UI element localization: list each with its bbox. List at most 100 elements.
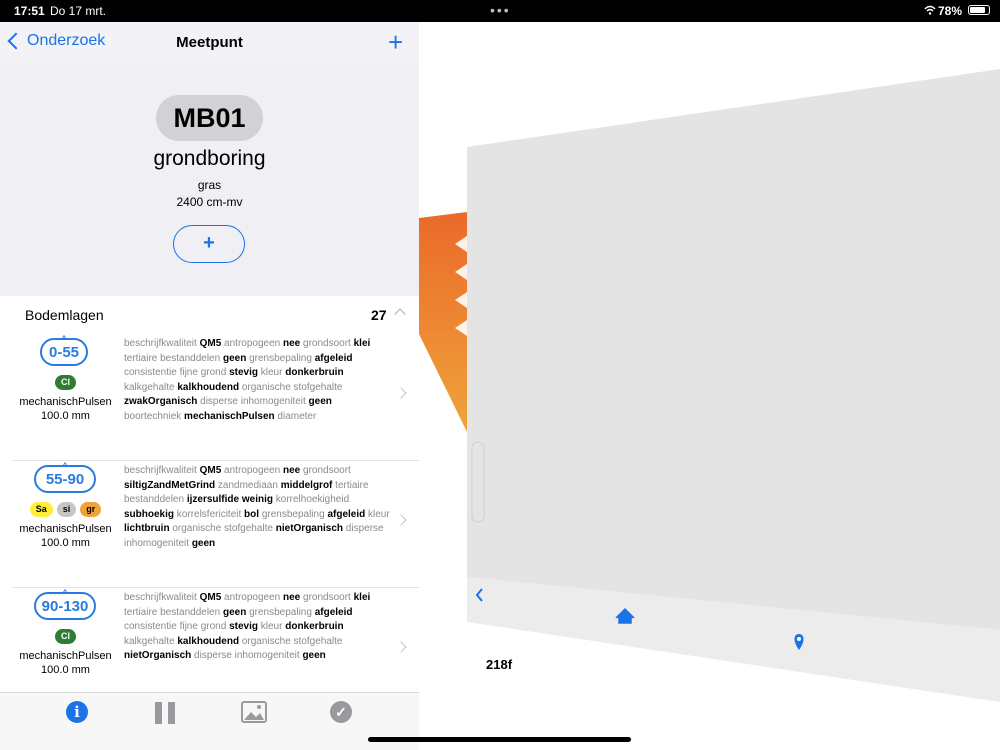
chevron-right-icon[interactable] xyxy=(395,387,407,399)
caret-icon: ^ xyxy=(62,461,68,471)
image-icon[interactable] xyxy=(241,701,267,725)
property-key: grensbepaling xyxy=(249,352,312,364)
caret-icon: ^ xyxy=(61,334,67,344)
layer-count: 27 xyxy=(371,307,387,323)
property-value: klei xyxy=(353,338,371,349)
battery-percentage: 78% xyxy=(938,4,963,18)
soil-tag: si xyxy=(56,502,77,517)
property-key: organische stofgehalte xyxy=(172,523,273,534)
property-key: zandmediaan xyxy=(217,479,278,491)
property-key: kleur xyxy=(368,508,390,520)
property-value: geen xyxy=(191,537,216,549)
3d-view[interactable] xyxy=(419,22,1000,750)
property-value: bol xyxy=(244,508,260,520)
chevron-up-icon[interactable] xyxy=(394,308,406,320)
property-key: beschrijfkwaliteit xyxy=(124,338,197,349)
tab-bar: i ✓ xyxy=(0,692,419,750)
property-value: afgeleid xyxy=(314,606,353,618)
chevron-right-icon[interactable] xyxy=(395,641,407,653)
layer-description: beschrijfkwaliteit QM5 antropogeen nee g… xyxy=(124,464,390,584)
property-key: consistentie fijne grond xyxy=(124,621,227,632)
drilling-diameter: 100.0 mm xyxy=(41,410,90,422)
property-key: kleur xyxy=(260,621,283,632)
3d-canvas[interactable] xyxy=(419,22,1000,750)
property-value: stevig xyxy=(229,621,258,632)
property-key: kleur xyxy=(260,367,283,378)
property-key: tertiaire bestanddelen xyxy=(124,352,221,364)
point-type: grondboring xyxy=(153,147,266,170)
property-key: consistentie fijne grond xyxy=(124,367,227,378)
drilling-method: mechanischPulsen xyxy=(19,396,112,408)
property-value: QM5 xyxy=(199,465,222,476)
property-value: siltigZandMetGrind xyxy=(124,479,216,491)
depth-range-label: 55-90 xyxy=(45,471,85,488)
property-value: afgeleid xyxy=(327,508,366,520)
page-title: Meetpunt xyxy=(176,34,243,51)
battery-icon xyxy=(968,5,990,15)
property-key: tertiaire bestanddelen xyxy=(124,606,221,618)
add-layer-button[interactable]: + xyxy=(173,225,245,263)
property-value: geen xyxy=(302,650,326,661)
property-key: disperse inhomogeniteit xyxy=(194,650,300,661)
point-depth: 2400 cm-mv xyxy=(176,195,243,209)
point-header: MB01 grondboring gras 2400 cm-mv + xyxy=(0,64,419,297)
home-indicator[interactable] xyxy=(368,737,631,742)
property-value: stevig xyxy=(229,367,258,378)
depth-range-label: 0-55 xyxy=(48,344,80,361)
property-value: afgeleid xyxy=(314,352,353,364)
layer-row[interactable]: ^ 55-90 Sa si gr mechanischPulsen 100.0 mm besc… xyxy=(12,461,419,588)
property-key: beschrijfkwaliteit xyxy=(124,465,197,476)
property-key: grensbepaling xyxy=(249,606,312,618)
multitask-dots-icon[interactable]: ••• xyxy=(490,2,511,18)
property-value: klei xyxy=(353,592,371,603)
property-key: grondsoort xyxy=(303,465,351,476)
property-value: ijzersulfide weinig xyxy=(186,494,273,505)
drilling-method: mechanischPulsen xyxy=(19,650,112,662)
property-key: antropogeen xyxy=(224,592,281,603)
info-icon[interactable]: i xyxy=(66,701,92,725)
section-header-bodemlagen[interactable]: Bodemlagen 27 xyxy=(0,296,419,334)
pause-icon[interactable] xyxy=(154,701,180,725)
drilling-method: mechanischPulsen xyxy=(19,523,112,535)
property-key: diameter xyxy=(277,410,317,422)
soil-tags: Sa si gr xyxy=(12,502,119,517)
property-value: nee xyxy=(283,592,301,603)
soil-tag: Cl xyxy=(55,375,76,390)
property-value: kalkhoudend xyxy=(177,635,240,647)
drilling-diameter: 100.0 mm xyxy=(41,664,90,676)
soil-tag: gr xyxy=(80,502,102,517)
property-key: organische stofgehalte xyxy=(241,381,343,393)
property-value: nietOrganisch xyxy=(275,523,343,534)
property-key: antropogeen xyxy=(224,465,281,476)
map-label: 218f xyxy=(486,657,513,672)
soil-tags: Cl xyxy=(12,375,119,390)
property-key: kalkgehalte xyxy=(124,635,175,647)
section-title: Bodemlagen xyxy=(25,307,104,323)
depth-range-pill: ^ 0-55 xyxy=(40,334,88,366)
wifi-icon xyxy=(924,4,936,18)
depth-range-label: 90-130 xyxy=(41,598,89,615)
property-value: QM5 xyxy=(199,592,222,603)
depth-range-pill: ^ 90-130 xyxy=(34,588,96,620)
property-key: disperse inhomogeniteit xyxy=(200,396,306,407)
status-time: 17:51 xyxy=(14,4,45,18)
property-key: antropogeen xyxy=(224,338,281,349)
layer-row[interactable]: ^ 0-55 Cl mechanischPulsen 100.0 mm beschrijf… xyxy=(12,334,419,461)
point-code-badge: MB01 xyxy=(156,95,263,141)
caret-icon: ^ xyxy=(62,588,68,598)
property-value: nee xyxy=(283,338,301,349)
add-icon[interactable]: + xyxy=(388,27,403,58)
property-value: nietOrganisch xyxy=(124,650,192,661)
property-value: middelgrof xyxy=(280,479,333,491)
property-value: QM5 xyxy=(199,338,222,349)
soil-tag: Cl xyxy=(55,629,76,644)
property-value: donkerbruin xyxy=(285,621,344,632)
depth-range-pill: ^ 55-90 xyxy=(34,461,96,493)
property-key: grondsoort xyxy=(303,592,351,603)
check-icon[interactable]: ✓ xyxy=(330,701,356,725)
chevron-right-icon[interactable] xyxy=(395,514,407,526)
property-key: grondsoort xyxy=(303,338,351,349)
property-key: organische stofgehalte xyxy=(241,635,343,647)
detail-panel: Onderzoek Meetpunt + MB01 grondboring gr… xyxy=(0,22,419,750)
plane-surface xyxy=(467,69,1000,630)
